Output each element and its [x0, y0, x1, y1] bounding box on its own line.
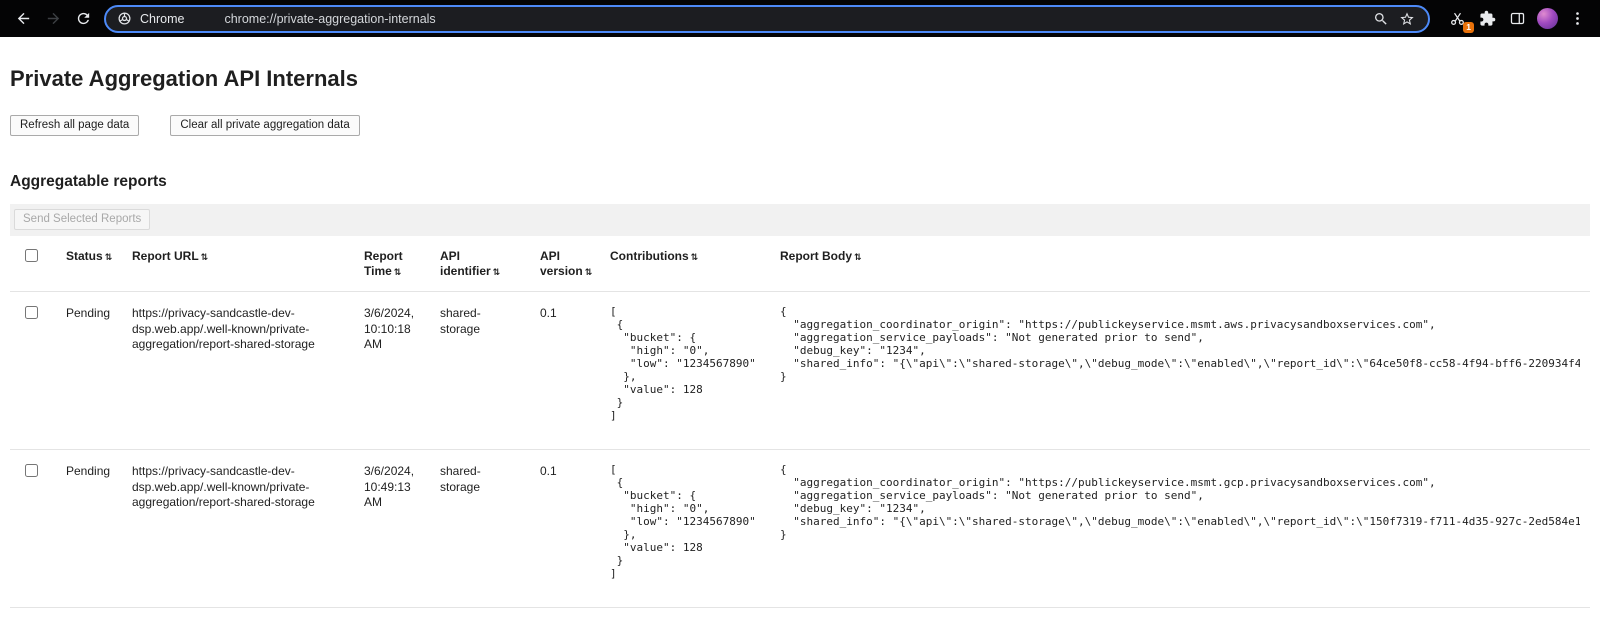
sort-icon: ⇅	[585, 268, 593, 278]
report-body-json: { "aggregation_coordinator_origin": "htt…	[780, 306, 1580, 384]
back-icon[interactable]	[8, 4, 38, 34]
forward-icon[interactable]	[38, 4, 68, 34]
select-all-checkbox[interactable]	[25, 249, 38, 262]
sort-icon: ⇅	[854, 253, 862, 263]
chrome-logo-icon	[117, 11, 132, 26]
bookmark-star-icon[interactable]	[1394, 6, 1420, 32]
contributions-json: [ { "bucket": { "high": "0", "low": "123…	[610, 306, 760, 423]
sort-icon: ⇅	[691, 253, 699, 263]
browser-toolbar: Chrome chrome://private-aggregation-inte…	[0, 0, 1600, 37]
cell-report-time: 3/6/2024, 10:49:13 AM	[354, 449, 430, 607]
side-panel-icon[interactable]	[1502, 4, 1532, 34]
extension-action-icon[interactable]: 1	[1442, 4, 1472, 34]
header-report-url[interactable]: Report URL⇅	[122, 236, 354, 292]
header-api-identifier-label: API identifier	[440, 249, 491, 278]
sort-icon: ⇅	[394, 268, 402, 278]
reports-table: Status⇅ Report URL⇅ Report Time⇅ API ide…	[10, 236, 1590, 608]
menu-dots-icon[interactable]	[1562, 4, 1592, 34]
cell-api-identifier: shared-storage	[430, 292, 530, 450]
cell-api-identifier: shared-storage	[430, 449, 530, 607]
top-actions: Refresh all page data Clear all private …	[10, 115, 1590, 136]
header-report-body-label: Report Body	[780, 249, 852, 263]
header-report-body[interactable]: Report Body⇅	[770, 236, 1590, 292]
cell-report-url: https://privacy-sandcastle-dev-dsp.web.a…	[122, 449, 354, 607]
page-content: Private Aggregation API Internals Refres…	[0, 66, 1600, 608]
extensions-puzzle-icon[interactable]	[1472, 4, 1502, 34]
header-api-version[interactable]: API version⇅	[530, 236, 600, 292]
site-chip-label: Chrome	[140, 12, 184, 26]
sort-icon: ⇅	[105, 253, 113, 263]
header-status[interactable]: Status⇅	[56, 236, 122, 292]
refresh-all-page-data-button[interactable]: Refresh all page data	[10, 115, 139, 136]
sort-icon: ⇅	[493, 268, 501, 278]
cell-report-body: { "aggregation_coordinator_origin": "htt…	[770, 449, 1590, 607]
cell-status: Pending	[56, 449, 122, 607]
report-body-json: { "aggregation_coordinator_origin": "htt…	[780, 464, 1580, 542]
aggregatable-reports-heading: Aggregatable reports	[10, 173, 1590, 191]
header-api-identifier[interactable]: API identifier⇅	[430, 236, 530, 292]
address-bar[interactable]: Chrome chrome://private-aggregation-inte…	[104, 5, 1430, 33]
header-report-time[interactable]: Report Time⇅	[354, 236, 430, 292]
header-select-cell	[10, 236, 56, 292]
cell-api-version: 0.1	[530, 292, 600, 450]
page-title: Private Aggregation API Internals	[10, 66, 1590, 92]
cell-report-body: { "aggregation_coordinator_origin": "htt…	[770, 292, 1590, 450]
row-checkbox[interactable]	[25, 464, 38, 477]
cell-select	[10, 292, 56, 450]
contributions-json: [ { "bucket": { "high": "0", "low": "123…	[610, 464, 760, 581]
cell-contributions: [ { "bucket": { "high": "0", "low": "123…	[600, 292, 770, 450]
row-checkbox[interactable]	[25, 306, 38, 319]
cell-status: Pending	[56, 292, 122, 450]
clear-all-private-aggregation-data-button[interactable]: Clear all private aggregation data	[170, 115, 359, 136]
report-row: Pending https://privacy-sandcastle-dev-d…	[10, 292, 1590, 450]
search-icon[interactable]	[1368, 6, 1394, 32]
reload-icon[interactable]	[68, 4, 98, 34]
cell-contributions: [ { "bucket": { "high": "0", "low": "123…	[600, 449, 770, 607]
header-status-label: Status	[66, 249, 103, 263]
table-action-bar: Send Selected Reports	[10, 204, 1590, 236]
profile-avatar[interactable]	[1532, 4, 1562, 34]
header-contributions[interactable]: Contributions⇅	[600, 236, 770, 292]
avatar-image	[1537, 8, 1558, 29]
cell-select	[10, 449, 56, 607]
url-text: chrome://private-aggregation-internals	[224, 12, 435, 26]
cell-api-version: 0.1	[530, 449, 600, 607]
cell-report-time: 3/6/2024, 10:10:18 AM	[354, 292, 430, 450]
sort-icon: ⇅	[201, 253, 209, 263]
report-row: Pending https://privacy-sandcastle-dev-d…	[10, 449, 1590, 607]
header-report-url-label: Report URL	[132, 249, 199, 263]
header-contributions-label: Contributions	[610, 249, 689, 263]
cell-report-url: https://privacy-sandcastle-dev-dsp.web.a…	[122, 292, 354, 450]
send-selected-reports-button[interactable]: Send Selected Reports	[14, 209, 150, 230]
table-header-row: Status⇅ Report URL⇅ Report Time⇅ API ide…	[10, 236, 1590, 292]
header-api-version-label: API version	[540, 249, 583, 278]
